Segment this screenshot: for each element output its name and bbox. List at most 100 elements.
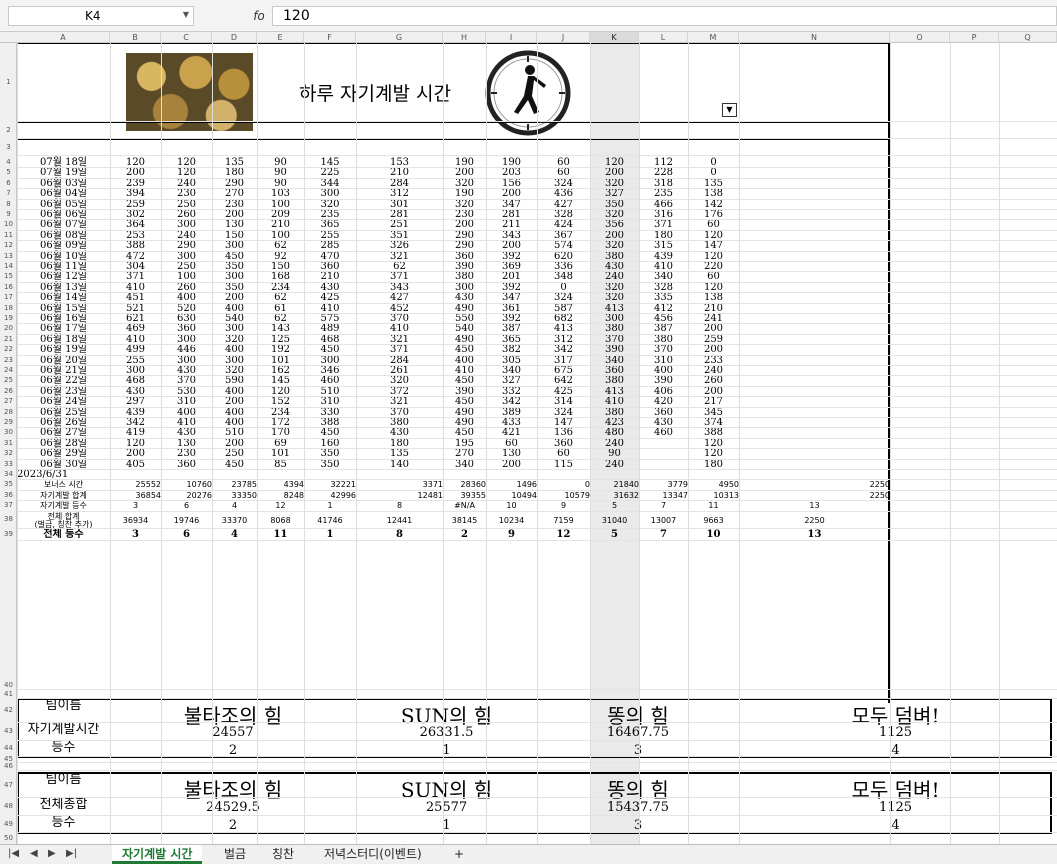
add-sheet-button[interactable]: +	[444, 845, 474, 864]
total-cell[interactable]: 13007	[639, 516, 688, 526]
total-cell[interactable]: 31040	[590, 516, 639, 526]
column-header-C[interactable]: C	[161, 32, 212, 43]
row-header-11[interactable]: 11	[0, 230, 17, 240]
total-rank-cell[interactable]: 7	[639, 529, 688, 540]
row-header-21[interactable]: 21	[0, 334, 17, 344]
column-header-B[interactable]: B	[110, 32, 161, 43]
team-rank-label[interactable]: 등수	[17, 816, 110, 829]
row-header-27[interactable]: 27	[0, 396, 17, 406]
team-rank-cell[interactable]: 2	[110, 818, 356, 833]
team-name-cell[interactable]: SUN의 힘	[356, 774, 537, 803]
column-header-I[interactable]: I	[486, 32, 537, 43]
row-header-29[interactable]: 29	[0, 417, 17, 427]
column-header-N[interactable]: N	[739, 32, 890, 43]
row-header-47[interactable]: 47	[0, 773, 17, 797]
tab-fine[interactable]: 벌금	[214, 845, 256, 864]
team-value-cell[interactable]: 25577	[356, 800, 537, 815]
team-value-cell[interactable]: 16467.75	[537, 725, 739, 740]
row-header-31[interactable]: 31	[0, 438, 17, 448]
spreadsheet-grid[interactable]: ABCDEFGHIJKLMNOPQ 1 2 3 4 5 6 7 8 9 10 11 12 13 14 15 1…	[0, 32, 1057, 844]
column-header-G[interactable]: G	[356, 32, 443, 43]
total-rank-cell[interactable]: 11	[257, 529, 304, 540]
team-rank-label[interactable]: 등수	[17, 741, 110, 754]
total-rank-cell[interactable]: 10	[688, 529, 739, 540]
team-time-label[interactable]: 전체총합	[17, 798, 110, 811]
team-name-cell[interactable]: 불타조의 힘	[110, 774, 356, 803]
column-header-O[interactable]: O	[890, 32, 950, 43]
total-rank-cell[interactable]: 1	[304, 529, 356, 540]
team-rank-cell[interactable]: 1	[356, 818, 537, 833]
row-header-36[interactable]: 36	[0, 490, 17, 500]
total-cell[interactable]: 8068	[257, 516, 304, 526]
name-box[interactable]: K4 ▼	[8, 6, 194, 26]
row-header-44[interactable]: 44	[0, 741, 17, 756]
row-header-48[interactable]: 48	[0, 798, 17, 815]
row-header-42[interactable]: 42	[0, 699, 17, 722]
row-header-50[interactable]: 50	[0, 833, 17, 844]
total-rank-cell[interactable]: 8	[356, 529, 443, 540]
team-value-cell[interactable]: 15437.75	[537, 800, 739, 815]
row-header-10[interactable]: 10	[0, 219, 17, 229]
team-value-cell[interactable]: 1125	[739, 725, 1052, 740]
team-rank-cell[interactable]: 4	[739, 818, 1052, 833]
column-header-J[interactable]: J	[537, 32, 590, 43]
column-header-L[interactable]: L	[639, 32, 688, 43]
total-rank-cell[interactable]: 13	[739, 529, 890, 540]
row-header-46[interactable]: 46	[0, 763, 17, 770]
function-icon[interactable]: fo	[249, 6, 269, 26]
formula-input[interactable]: 120	[272, 6, 1057, 26]
total-cell[interactable]: 41746	[304, 516, 356, 526]
total-cell[interactable]: 12441	[356, 516, 443, 526]
team-name-label[interactable]: 팀이름	[17, 773, 110, 786]
column-header-K[interactable]: K	[590, 32, 639, 43]
team-value-cell[interactable]: 1125	[739, 800, 1052, 815]
row-header-23[interactable]: 23	[0, 355, 17, 365]
team-time-label[interactable]: 자기계발시간	[17, 723, 110, 736]
row-header-37[interactable]: 37	[0, 500, 17, 510]
tab-self-dev-time[interactable]: 자기계발 시간	[112, 845, 203, 864]
column-header-A[interactable]: A	[17, 32, 110, 43]
row-header-33[interactable]: 33	[0, 459, 17, 469]
row-header-13[interactable]: 13	[0, 251, 17, 261]
total-rank-cell[interactable]: 5	[590, 529, 639, 540]
total-cell[interactable]: 7159	[537, 516, 590, 526]
row-header-3[interactable]: 3	[0, 140, 17, 155]
row-header-20[interactable]: 20	[0, 323, 17, 333]
row-header-28[interactable]: 28	[0, 407, 17, 417]
total-cell[interactable]: 2250	[739, 516, 890, 526]
row-header-12[interactable]: 12	[0, 240, 17, 250]
team-name-cell[interactable]: 모두 덤벼!	[739, 774, 1052, 803]
team-rank-cell[interactable]: 3	[537, 818, 739, 833]
column-header-D[interactable]: D	[212, 32, 257, 43]
total-cell[interactable]: 33370	[212, 516, 257, 526]
first-sheet-icon[interactable]: |◀	[8, 848, 19, 859]
column-header-M[interactable]: M	[688, 32, 739, 43]
row-header-15[interactable]: 15	[0, 271, 17, 281]
chevron-down-icon[interactable]: ▼	[183, 10, 189, 19]
row-header-41[interactable]: 41	[0, 690, 17, 698]
row-header-25[interactable]: 25	[0, 375, 17, 385]
total-rank-cell[interactable]: 12	[537, 529, 590, 540]
prev-sheet-icon[interactable]: ◀	[30, 848, 38, 859]
row-header-32[interactable]: 32	[0, 448, 17, 458]
row-header-4[interactable]: 4	[0, 157, 17, 167]
row-header-30[interactable]: 30	[0, 427, 17, 437]
column-header-E[interactable]: E	[257, 32, 304, 43]
row-header-7[interactable]: 7	[0, 188, 17, 198]
tab-evening-study[interactable]: 저녁스터디(이벤트)	[314, 845, 432, 864]
team-name-cell[interactable]: 똥의 힘	[537, 774, 739, 803]
row-header-5[interactable]: 5	[0, 167, 17, 177]
column-header-H[interactable]: H	[443, 32, 486, 43]
column-header-P[interactable]: P	[950, 32, 999, 43]
last-sheet-icon[interactable]: ▶|	[66, 848, 77, 859]
next-sheet-icon[interactable]: ▶	[48, 848, 56, 859]
row-header-6[interactable]: 6	[0, 178, 17, 188]
row-header-19[interactable]: 19	[0, 313, 17, 323]
total-rank-label[interactable]: 전체 등수	[17, 529, 110, 540]
row-header-22[interactable]: 22	[0, 344, 17, 354]
team-value-cell[interactable]: 24557	[110, 725, 356, 740]
team-value-cell[interactable]: 26331.5	[356, 725, 537, 740]
row-header-40[interactable]: 40	[0, 682, 17, 689]
row-header-38[interactable]: 38	[0, 511, 17, 528]
total-cell[interactable]: 36934	[110, 516, 161, 526]
